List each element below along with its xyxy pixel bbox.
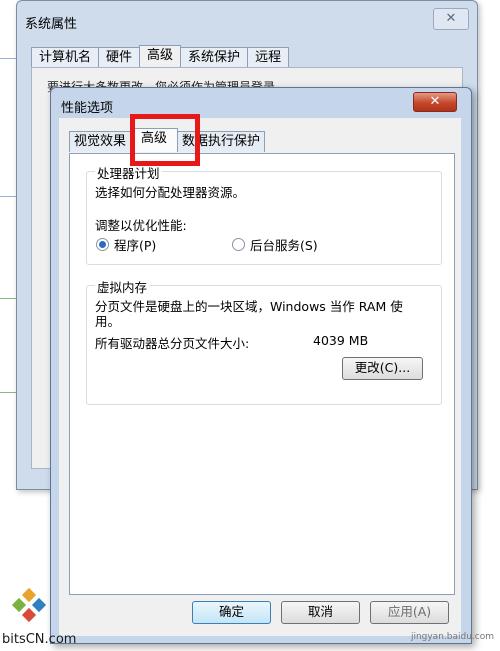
highlight-box <box>130 114 200 166</box>
change-button[interactable]: 更改(C)... <box>342 357 423 380</box>
edge-line <box>0 58 16 59</box>
virtual-memory-group: 虚拟内存 分页文件是硬盘上的一块区域，Windows 当作 RAM 使 用。 所… <box>86 277 442 405</box>
adjust-label: 调整以优化性能: <box>95 218 187 233</box>
close-icon[interactable]: ✕ <box>433 8 469 30</box>
processor-description: 选择如何分配处理器资源。 <box>95 185 246 200</box>
watermark-url: jingyan.baidu.com <box>410 632 494 642</box>
programs-label[interactable]: 程序(P) <box>114 235 156 254</box>
virtual-memory-description: 用。 <box>95 314 121 329</box>
tab-remote[interactable]: 远程 <box>247 47 290 68</box>
close-button[interactable]: ✕ <box>413 92 457 112</box>
edge-line <box>0 196 16 197</box>
tab-hardware[interactable]: 硬件 <box>98 47 141 68</box>
background-services-radio[interactable] <box>232 238 245 251</box>
programs-radio[interactable] <box>96 238 109 251</box>
background-services-label[interactable]: 后台服务(S) <box>250 235 318 254</box>
edge-line <box>0 298 16 299</box>
processor-scheduling-group: 处理器计划 选择如何分配处理器资源。 调整以优化性能: 程序(P) 后台服务(S… <box>86 163 442 265</box>
tab-system-protection[interactable]: 系统保护 <box>180 47 249 68</box>
tab-advanced[interactable]: 高级 <box>139 45 182 68</box>
system-properties-title: 系统属性 <box>25 17 78 32</box>
ok-button[interactable]: 确定 <box>192 601 271 624</box>
advanced-tab-panel: 处理器计划 选择如何分配处理器资源。 调整以优化性能: 程序(P) 后台服务(S… <box>69 153 455 595</box>
bitscn-logo <box>11 587 47 623</box>
group-title: 虚拟内存 <box>95 277 150 296</box>
tab-visual-effects[interactable]: 视觉效果 <box>69 131 132 152</box>
system-properties-tabs: 计算机名 硬件 高级 系统保护 远程 <box>31 45 290 68</box>
performance-options-dialog: 性能选项 ✕ 视觉效果 高级 数据执行保护 处理器计划 选择如何分配处理器资源。… <box>50 87 472 644</box>
dialog-body: 视觉效果 高级 数据执行保护 处理器计划 选择如何分配处理器资源。 调整以优化性… <box>59 118 461 636</box>
paging-size-value: 4039 MB <box>313 333 369 348</box>
edge-line <box>0 392 16 393</box>
dialog-title: 性能选项 <box>61 101 114 116</box>
apply-button[interactable]: 应用(A) <box>370 601 449 624</box>
tab-computer-name[interactable]: 计算机名 <box>31 47 100 68</box>
logo-text: bitsCN.com <box>2 632 77 647</box>
paging-size-label: 所有驱动器总分页文件大小: <box>95 336 250 351</box>
cancel-button[interactable]: 取消 <box>281 601 360 624</box>
virtual-memory-description: 分页文件是硬盘上的一块区域，Windows 当作 RAM 使 <box>95 299 403 314</box>
